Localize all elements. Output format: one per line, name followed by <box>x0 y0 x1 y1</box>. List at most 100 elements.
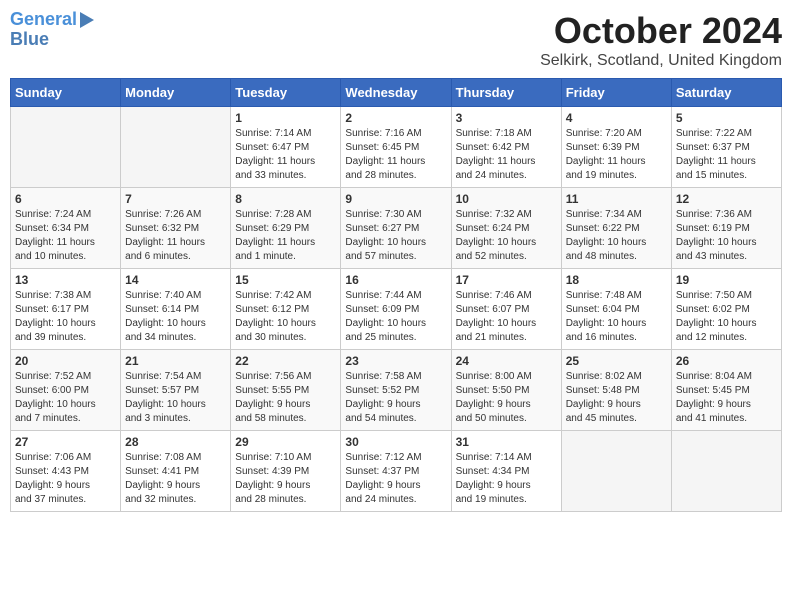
day-info: Sunrise: 7:20 AM Sunset: 6:39 PM Dayligh… <box>566 127 667 183</box>
day-number: 6 <box>15 192 116 206</box>
title-section: October 2024 Selkirk, Scotland, United K… <box>540 10 782 70</box>
day-number: 12 <box>676 192 777 206</box>
day-info: Sunrise: 7:14 AM Sunset: 4:34 PM Dayligh… <box>456 451 557 507</box>
calendar-cell: 19 Sunrise: 7:50 AM Sunset: 6:02 PM Dayli… <box>671 269 781 350</box>
header-day-monday: Monday <box>121 79 231 107</box>
day-info: Sunrise: 7:14 AM Sunset: 6:47 PM Dayligh… <box>235 127 336 183</box>
calendar-week-1: 1 Sunrise: 7:14 AM Sunset: 6:47 PM Daylig… <box>11 107 782 188</box>
calendar-cell <box>671 431 781 512</box>
day-number: 2 <box>345 111 446 125</box>
header-day-friday: Friday <box>561 79 671 107</box>
day-info: Sunrise: 7:36 AM Sunset: 6:19 PM Dayligh… <box>676 208 777 264</box>
day-info: Sunrise: 7:10 AM Sunset: 4:39 PM Dayligh… <box>235 451 336 507</box>
calendar-cell: 2 Sunrise: 7:16 AM Sunset: 6:45 PM Daylig… <box>341 107 451 188</box>
calendar-cell: 3Sunrise: 7:18 AM Sunset: 6:42 PM Daylig… <box>451 107 561 188</box>
day-number: 28 <box>125 435 226 449</box>
logo-text-line1: General <box>10 10 77 30</box>
day-info: Sunrise: 7:30 AM Sunset: 6:27 PM Dayligh… <box>345 208 446 264</box>
day-number: 5 <box>676 111 777 125</box>
calendar-cell: 25Sunrise: 8:02 AM Sunset: 5:48 PM Dayli… <box>561 350 671 431</box>
day-info: Sunrise: 7:52 AM Sunset: 6:00 PM Dayligh… <box>15 370 116 426</box>
day-info: Sunrise: 7:06 AM Sunset: 4:43 PM Dayligh… <box>15 451 116 507</box>
day-number: 8 <box>235 192 336 206</box>
calendar-cell: 4 Sunrise: 7:20 AM Sunset: 6:39 PM Daylig… <box>561 107 671 188</box>
calendar-cell: 26 Sunrise: 8:04 AM Sunset: 5:45 PM Dayli… <box>671 350 781 431</box>
day-number: 19 <box>676 273 777 287</box>
calendar-cell: 10 Sunrise: 7:32 AM Sunset: 6:24 PM Dayli… <box>451 188 561 269</box>
day-number: 29 <box>235 435 336 449</box>
day-info: Sunrise: 7:12 AM Sunset: 4:37 PM Dayligh… <box>345 451 446 507</box>
calendar-cell: 24 Sunrise: 8:00 AM Sunset: 5:50 PM Dayli… <box>451 350 561 431</box>
day-info: Sunrise: 7:24 AM Sunset: 6:34 PM Dayligh… <box>15 208 116 264</box>
header-day-tuesday: Tuesday <box>231 79 341 107</box>
day-number: 21 <box>125 354 226 368</box>
day-info: Sunrise: 7:26 AM Sunset: 6:32 PM Dayligh… <box>125 208 226 264</box>
day-number: 27 <box>15 435 116 449</box>
calendar-cell: 1 Sunrise: 7:14 AM Sunset: 6:47 PM Daylig… <box>231 107 341 188</box>
calendar-table: SundayMondayTuesdayWednesdayThursdayFrid… <box>10 78 782 512</box>
calendar-cell: 12 Sunrise: 7:36 AM Sunset: 6:19 PM Dayli… <box>671 188 781 269</box>
page-header: General Blue October 2024 Selkirk, Scotl… <box>10 10 782 70</box>
logo-arrow-icon <box>80 12 94 28</box>
calendar-cell <box>561 431 671 512</box>
calendar-cell <box>11 107 121 188</box>
month-title: October 2024 <box>540 10 782 52</box>
calendar-cell: 31Sunrise: 7:14 AM Sunset: 4:34 PM Dayli… <box>451 431 561 512</box>
day-number: 26 <box>676 354 777 368</box>
day-number: 22 <box>235 354 336 368</box>
day-number: 23 <box>345 354 446 368</box>
calendar-cell: 17 Sunrise: 7:46 AM Sunset: 6:07 PM Dayli… <box>451 269 561 350</box>
day-number: 13 <box>15 273 116 287</box>
calendar-week-4: 20Sunrise: 7:52 AM Sunset: 6:00 PM Dayli… <box>11 350 782 431</box>
day-info: Sunrise: 8:04 AM Sunset: 5:45 PM Dayligh… <box>676 370 777 426</box>
day-number: 17 <box>456 273 557 287</box>
day-info: Sunrise: 7:40 AM Sunset: 6:14 PM Dayligh… <box>125 289 226 345</box>
day-info: Sunrise: 7:34 AM Sunset: 6:22 PM Dayligh… <box>566 208 667 264</box>
calendar-week-5: 27 Sunrise: 7:06 AM Sunset: 4:43 PM Dayli… <box>11 431 782 512</box>
calendar-cell: 7 Sunrise: 7:26 AM Sunset: 6:32 PM Daylig… <box>121 188 231 269</box>
day-info: Sunrise: 7:08 AM Sunset: 4:41 PM Dayligh… <box>125 451 226 507</box>
calendar-cell: 18 Sunrise: 7:48 AM Sunset: 6:04 PM Dayli… <box>561 269 671 350</box>
day-info: Sunrise: 7:44 AM Sunset: 6:09 PM Dayligh… <box>345 289 446 345</box>
day-info: Sunrise: 7:32 AM Sunset: 6:24 PM Dayligh… <box>456 208 557 264</box>
day-number: 7 <box>125 192 226 206</box>
calendar-cell: 23 Sunrise: 7:58 AM Sunset: 5:52 PM Dayli… <box>341 350 451 431</box>
calendar-header: SundayMondayTuesdayWednesdayThursdayFrid… <box>11 79 782 107</box>
day-info: Sunrise: 7:58 AM Sunset: 5:52 PM Dayligh… <box>345 370 446 426</box>
day-info: Sunrise: 7:50 AM Sunset: 6:02 PM Dayligh… <box>676 289 777 345</box>
day-info: Sunrise: 8:00 AM Sunset: 5:50 PM Dayligh… <box>456 370 557 426</box>
day-number: 11 <box>566 192 667 206</box>
logo-text-line2: Blue <box>10 30 49 50</box>
logo: General Blue <box>10 10 94 50</box>
calendar-cell: 11 Sunrise: 7:34 AM Sunset: 6:22 PM Dayli… <box>561 188 671 269</box>
day-number: 4 <box>566 111 667 125</box>
day-number: 9 <box>345 192 446 206</box>
day-number: 14 <box>125 273 226 287</box>
day-number: 10 <box>456 192 557 206</box>
day-number: 3 <box>456 111 557 125</box>
header-day-thursday: Thursday <box>451 79 561 107</box>
day-number: 25 <box>566 354 667 368</box>
calendar-cell: 6 Sunrise: 7:24 AM Sunset: 6:34 PM Daylig… <box>11 188 121 269</box>
calendar-cell: 16Sunrise: 7:44 AM Sunset: 6:09 PM Dayli… <box>341 269 451 350</box>
day-info: Sunrise: 7:42 AM Sunset: 6:12 PM Dayligh… <box>235 289 336 345</box>
calendar-cell: 8Sunrise: 7:28 AM Sunset: 6:29 PM Daylig… <box>231 188 341 269</box>
day-number: 15 <box>235 273 336 287</box>
day-info: Sunrise: 7:54 AM Sunset: 5:57 PM Dayligh… <box>125 370 226 426</box>
header-day-saturday: Saturday <box>671 79 781 107</box>
day-info: Sunrise: 7:38 AM Sunset: 6:17 PM Dayligh… <box>15 289 116 345</box>
calendar-cell: 30 Sunrise: 7:12 AM Sunset: 4:37 PM Dayli… <box>341 431 451 512</box>
calendar-week-2: 6 Sunrise: 7:24 AM Sunset: 6:34 PM Daylig… <box>11 188 782 269</box>
header-day-sunday: Sunday <box>11 79 121 107</box>
day-info: Sunrise: 7:46 AM Sunset: 6:07 PM Dayligh… <box>456 289 557 345</box>
day-info: Sunrise: 7:16 AM Sunset: 6:45 PM Dayligh… <box>345 127 446 183</box>
day-number: 18 <box>566 273 667 287</box>
day-info: Sunrise: 7:48 AM Sunset: 6:04 PM Dayligh… <box>566 289 667 345</box>
day-number: 1 <box>235 111 336 125</box>
calendar-cell <box>121 107 231 188</box>
day-number: 24 <box>456 354 557 368</box>
day-number: 30 <box>345 435 446 449</box>
calendar-week-3: 13 Sunrise: 7:38 AM Sunset: 6:17 PM Dayli… <box>11 269 782 350</box>
calendar-cell: 9 Sunrise: 7:30 AM Sunset: 6:27 PM Daylig… <box>341 188 451 269</box>
header-row: SundayMondayTuesdayWednesdayThursdayFrid… <box>11 79 782 107</box>
